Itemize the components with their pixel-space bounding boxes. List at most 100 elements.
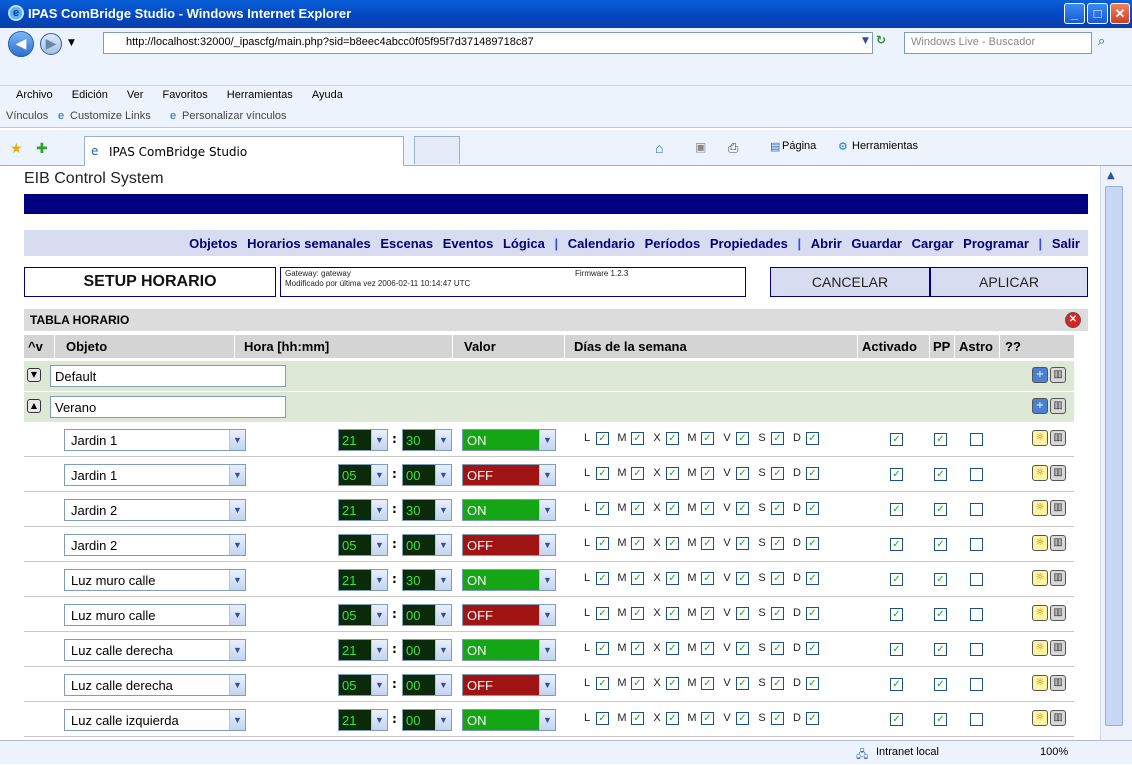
- activado-checkbox[interactable]: ✓: [890, 468, 903, 481]
- day-checkbox[interactable]: ✓: [701, 607, 714, 620]
- trash-icon[interactable]: ▥: [1050, 398, 1066, 414]
- valor-select[interactable]: ON ▼: [462, 709, 556, 731]
- day-checkbox[interactable]: ✓: [631, 572, 644, 585]
- day-checkbox[interactable]: ✓: [631, 502, 644, 515]
- day-checkbox[interactable]: ✓: [631, 467, 644, 480]
- add-icon[interactable]: +: [1032, 398, 1048, 414]
- nav-propiedades[interactable]: Propiedades: [710, 236, 788, 251]
- activado-checkbox[interactable]: ✓: [890, 643, 903, 656]
- day-checkbox[interactable]: ✓: [631, 712, 644, 725]
- link-customize[interactable]: Customize Links: [70, 110, 151, 122]
- day-checkbox[interactable]: ✓: [701, 537, 714, 550]
- minute-select[interactable]: 00 ▼: [402, 674, 452, 696]
- trash-icon[interactable]: ▥: [1050, 710, 1066, 726]
- day-checkbox[interactable]: ✓: [806, 642, 819, 655]
- day-checkbox[interactable]: ✓: [631, 537, 644, 550]
- nav-guardar[interactable]: Guardar: [851, 236, 902, 251]
- day-checkbox[interactable]: ✓: [736, 572, 749, 585]
- day-checkbox[interactable]: ✓: [596, 677, 609, 690]
- astro-checkbox[interactable]: [970, 608, 983, 621]
- collapse-down-icon[interactable]: ▼: [27, 368, 41, 382]
- address-input[interactable]: http://localhost:32000/_ipascfg/main.php…: [103, 32, 873, 54]
- day-checkbox[interactable]: ✓: [596, 607, 609, 620]
- day-checkbox[interactable]: ✓: [771, 572, 784, 585]
- day-checkbox[interactable]: ✓: [806, 677, 819, 690]
- col-sort[interactable]: ^v: [28, 339, 43, 354]
- day-checkbox[interactable]: ✓: [771, 537, 784, 550]
- day-checkbox[interactable]: ✓: [631, 607, 644, 620]
- link-personalizar[interactable]: Personalizar vínculos: [182, 110, 287, 122]
- menu-archivo[interactable]: Archivo: [16, 86, 53, 101]
- day-checkbox[interactable]: ✓: [666, 502, 679, 515]
- day-checkbox[interactable]: ✓: [666, 467, 679, 480]
- group-name-input[interactable]: Verano: [50, 396, 286, 418]
- objeto-select[interactable]: Jardin 2 ▼: [64, 534, 246, 556]
- hour-select[interactable]: 05 ▼: [338, 464, 388, 486]
- day-checkbox[interactable]: ✓: [666, 572, 679, 585]
- hour-select[interactable]: 21 ▼: [338, 499, 388, 521]
- pp-checkbox[interactable]: ✓: [934, 573, 947, 586]
- day-checkbox[interactable]: ✓: [596, 572, 609, 585]
- menu-edicion[interactable]: Edición: [72, 86, 108, 101]
- astro-checkbox[interactable]: [970, 538, 983, 551]
- objeto-select[interactable]: Luz calle derecha ▼: [64, 639, 246, 661]
- trash-icon[interactable]: ▥: [1050, 535, 1066, 551]
- hour-select[interactable]: 21 ▼: [338, 639, 388, 661]
- astro-checkbox[interactable]: [970, 713, 983, 726]
- day-checkbox[interactable]: ✓: [806, 537, 819, 550]
- day-checkbox[interactable]: ✓: [806, 467, 819, 480]
- day-checkbox[interactable]: ✓: [666, 432, 679, 445]
- sun-icon[interactable]: ☼: [1032, 465, 1048, 481]
- valor-select[interactable]: OFF ▼: [462, 604, 556, 626]
- objeto-select[interactable]: Jardin 2 ▼: [64, 499, 246, 521]
- menu-ver[interactable]: Ver: [127, 86, 144, 101]
- day-checkbox[interactable]: ✓: [806, 712, 819, 725]
- add-favorites-icon[interactable]: ✚: [36, 140, 48, 157]
- trash-icon[interactable]: ▥: [1050, 430, 1066, 446]
- print-icon[interactable]: ⎙: [728, 140, 738, 156]
- day-checkbox[interactable]: ✓: [701, 572, 714, 585]
- day-checkbox[interactable]: ✓: [701, 642, 714, 655]
- address-dropdown-icon[interactable]: ▼: [862, 36, 869, 46]
- valor-select[interactable]: ON ▼: [462, 639, 556, 661]
- day-checkbox[interactable]: ✓: [806, 502, 819, 515]
- day-checkbox[interactable]: ✓: [631, 642, 644, 655]
- day-checkbox[interactable]: ✓: [631, 677, 644, 690]
- day-checkbox[interactable]: ✓: [806, 607, 819, 620]
- minute-select[interactable]: 30 ▼: [402, 499, 452, 521]
- pp-checkbox[interactable]: ✓: [934, 503, 947, 516]
- trash-icon[interactable]: ▥: [1050, 640, 1066, 656]
- back-button[interactable]: ◀: [8, 31, 34, 57]
- day-checkbox[interactable]: ✓: [771, 432, 784, 445]
- day-checkbox[interactable]: ✓: [806, 432, 819, 445]
- day-checkbox[interactable]: ✓: [771, 607, 784, 620]
- valor-select[interactable]: OFF ▼: [462, 534, 556, 556]
- day-checkbox[interactable]: ✓: [666, 642, 679, 655]
- day-checkbox[interactable]: ✓: [596, 502, 609, 515]
- day-checkbox[interactable]: ✓: [736, 502, 749, 515]
- valor-select[interactable]: ON ▼: [462, 569, 556, 591]
- zoom-level[interactable]: 100%: [1040, 746, 1068, 758]
- search-input[interactable]: Windows Live - Buscador: [904, 32, 1092, 54]
- sun-icon[interactable]: ☼: [1032, 535, 1048, 551]
- trash-icon[interactable]: ▥: [1050, 570, 1066, 586]
- objeto-select[interactable]: Jardin 1 ▼: [64, 429, 246, 451]
- nav-horarios[interactable]: Horarios semanales: [247, 236, 371, 251]
- vertical-scrollbar[interactable]: ▲: [1100, 166, 1132, 740]
- minute-select[interactable]: 30 ▼: [402, 429, 452, 451]
- pp-checkbox[interactable]: ✓: [934, 608, 947, 621]
- add-icon[interactable]: +: [1032, 367, 1048, 383]
- activado-checkbox[interactable]: ✓: [890, 538, 903, 551]
- day-checkbox[interactable]: ✓: [596, 642, 609, 655]
- day-checkbox[interactable]: ✓: [771, 502, 784, 515]
- pp-checkbox[interactable]: ✓: [934, 468, 947, 481]
- day-checkbox[interactable]: ✓: [701, 712, 714, 725]
- menu-favoritos[interactable]: Favoritos: [162, 86, 207, 101]
- astro-checkbox[interactable]: [970, 503, 983, 516]
- nav-salir[interactable]: Salir: [1052, 236, 1080, 251]
- cancel-button[interactable]: CANCELAR: [770, 267, 930, 297]
- refresh-icon[interactable]: ↻: [876, 33, 898, 53]
- day-checkbox[interactable]: ✓: [631, 432, 644, 445]
- sun-icon[interactable]: ☼: [1032, 430, 1048, 446]
- nav-abrir[interactable]: Abrir: [811, 236, 842, 251]
